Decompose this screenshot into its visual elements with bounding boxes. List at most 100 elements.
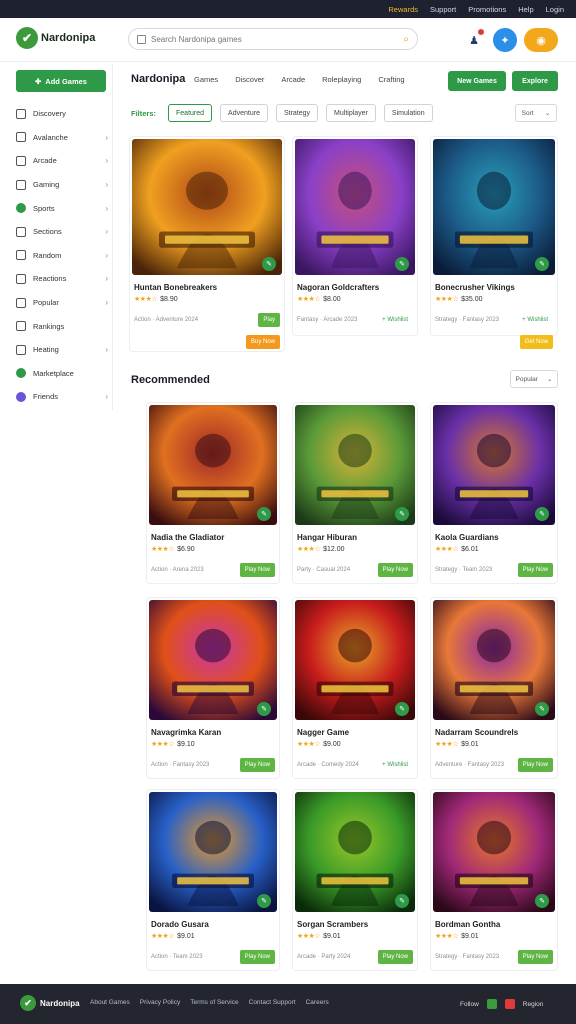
buy-button[interactable]: Buy Now — [245, 335, 280, 349]
game-title[interactable]: Bonecrusher Vikings — [435, 283, 515, 292]
section-sort-dropdown[interactable]: Popular ⌄ — [510, 370, 558, 388]
sidebar-item-5[interactable]: Sections › — [16, 220, 108, 244]
game-title[interactable]: Nagoran Goldcrafters — [297, 283, 379, 292]
sidebar-item-4[interactable]: Sports › — [16, 196, 108, 220]
game-cover[interactable] — [149, 405, 277, 525]
sidebar-item-2[interactable]: Arcade › — [16, 149, 108, 173]
footer-link[interactable]: About Games — [90, 999, 130, 1006]
search-icon[interactable]: ⌕ — [403, 34, 409, 45]
add-games-button[interactable]: ✚ Add Games — [16, 70, 106, 92]
footer-region-label[interactable]: Region — [523, 1001, 544, 1008]
edit-icon[interactable]: ✎ — [395, 257, 409, 271]
play-button[interactable]: Play Now — [517, 758, 553, 772]
tab-games[interactable]: Games — [194, 75, 218, 84]
game-title[interactable]: Nagger Game — [297, 728, 349, 737]
game-cover[interactable] — [295, 405, 415, 525]
game-title[interactable]: Navagrimka Karan — [151, 728, 221, 737]
game-cover[interactable] — [433, 405, 555, 525]
edit-icon[interactable]: ✎ — [535, 257, 549, 271]
game-cover[interactable] — [433, 600, 555, 720]
play-button[interactable]: Play Now — [377, 950, 413, 964]
game-card[interactable]: ✎ Sorgan Scrambers ★★★☆ $9.01 Arcade · Party… — [292, 789, 418, 971]
site-logo[interactable]: ✔ Nardonipa — [16, 27, 95, 49]
game-title[interactable]: Dorado Gusara — [151, 920, 209, 929]
sidebar-item-7[interactable]: Reactions › — [16, 267, 108, 291]
sidebar-item-9[interactable]: Rankings — [16, 314, 108, 338]
game-card[interactable]: ✎ Dorado Gusara ★★★☆ $9.01 Action · Team 202… — [146, 789, 280, 971]
game-title[interactable]: Huntan Bonebreakers — [134, 283, 217, 292]
footer-link[interactable]: Careers — [306, 999, 329, 1006]
play-button[interactable]: + Wishlist — [517, 313, 553, 327]
game-card[interactable]: ✎ Nadarram Scoundrels ★★★☆ $9.01 Adventure ·… — [430, 597, 558, 779]
play-button[interactable]: Play — [258, 313, 280, 327]
edit-icon[interactable]: ✎ — [535, 507, 549, 521]
footer-link[interactable]: Terms of Service — [190, 999, 238, 1006]
edit-icon[interactable]: ✎ — [257, 702, 271, 716]
search-input[interactable] — [151, 34, 404, 44]
game-title[interactable]: Nadia the Gladiator — [151, 533, 224, 542]
edit-icon[interactable]: ✎ — [257, 894, 271, 908]
sidebar-item-3[interactable]: Gaming › — [16, 173, 108, 197]
play-button[interactable]: Play Now — [517, 563, 553, 577]
new-games-button[interactable]: New Games — [448, 71, 506, 91]
game-cover[interactable] — [149, 600, 277, 720]
sort-dropdown[interactable]: Sort ⌄ — [515, 104, 557, 122]
filter-chip-featured[interactable]: Featured — [168, 104, 213, 122]
social-bird-icon[interactable]: ✦ — [493, 28, 517, 52]
featured-game-card[interactable]: ✎ Bonecrusher Vikings ★★★☆ $35.00 Strategy ·… — [430, 136, 558, 349]
sidebar-item-6[interactable]: Random › — [16, 244, 108, 268]
game-cover[interactable] — [149, 792, 277, 912]
footer-link[interactable]: Contact Support — [249, 999, 296, 1006]
footer-logo[interactable]: ✔ Nardonipa — [20, 995, 80, 1011]
edit-icon[interactable]: ✎ — [395, 702, 409, 716]
edit-icon[interactable]: ✎ — [395, 894, 409, 908]
red-social-icon[interactable] — [504, 999, 515, 1009]
game-title[interactable]: Bordman Gontha — [435, 920, 500, 929]
play-button[interactable]: + Wishlist — [377, 313, 413, 327]
topbar-link-support[interactable]: Support — [430, 5, 456, 14]
sidebar-item-10[interactable]: Heating › — [16, 338, 108, 362]
game-card[interactable]: ✎ Hangar Hiburan ★★★☆ $12.00 Party · Casual … — [292, 402, 418, 584]
game-card[interactable]: ✎ Nadia the Gladiator ★★★☆ $6.90 Action · Ar… — [146, 402, 280, 584]
sidebar-item-1[interactable]: Avalanche › — [16, 126, 108, 150]
topbar-link-login[interactable]: Login — [546, 5, 564, 14]
filter-chip-adventure[interactable]: Adventure — [220, 104, 268, 122]
play-button[interactable]: Play Now — [239, 758, 275, 772]
game-title[interactable]: Sorgan Scrambers — [297, 920, 368, 929]
game-cover[interactable] — [132, 139, 282, 275]
play-button[interactable]: Play Now — [377, 563, 413, 577]
tab-roleplaying[interactable]: Roleplaying — [322, 75, 361, 84]
topbar-link-help[interactable]: Help — [518, 5, 533, 14]
coin-wallet-button[interactable]: ◉ — [524, 28, 558, 52]
game-card[interactable]: ✎ Kaola Guardians ★★★☆ $6.01 Strategy · Team… — [430, 402, 558, 584]
play-button[interactable]: Play Now — [517, 950, 553, 964]
play-button[interactable]: Play Now — [239, 563, 275, 577]
game-cover[interactable] — [295, 792, 415, 912]
featured-game-card[interactable]: ✎ Huntan Bonebreakers ★★★☆ $8.90 Action · Ad… — [129, 136, 285, 352]
edit-icon[interactable]: ✎ — [257, 507, 271, 521]
edit-icon[interactable]: ✎ — [395, 507, 409, 521]
game-card[interactable]: ✎ Nagger Game ★★★☆ $9.00 Arcade · Comedy 202… — [292, 597, 418, 779]
play-button[interactable]: Play Now — [239, 950, 275, 964]
edit-icon[interactable]: ✎ — [535, 894, 549, 908]
game-title[interactable]: Nadarram Scoundrels — [435, 728, 518, 737]
game-card[interactable]: ✎ Bordman Gontha ★★★☆ $9.01 Strategy · Fanta… — [430, 789, 558, 971]
account-icon[interactable]: ♟ — [462, 28, 486, 52]
tab-arcade[interactable]: Arcade — [281, 75, 305, 84]
play-button[interactable]: + Wishlist — [377, 758, 413, 772]
footer-link[interactable]: Privacy Policy — [140, 999, 180, 1006]
game-cover[interactable] — [433, 139, 555, 275]
edit-icon[interactable]: ✎ — [535, 702, 549, 716]
game-title[interactable]: Hangar Hiburan — [297, 533, 357, 542]
game-cover[interactable] — [295, 600, 415, 720]
game-card[interactable]: ✎ Navagrimka Karan ★★★☆ $9.10 Action · Fanta… — [146, 597, 280, 779]
explore-button[interactable]: Explore — [512, 71, 558, 91]
filter-chip-multiplayer[interactable]: Multiplayer — [326, 104, 376, 122]
edit-icon[interactable]: ✎ — [262, 257, 276, 271]
game-cover[interactable] — [433, 792, 555, 912]
filter-chip-strategy[interactable]: Strategy — [275, 104, 319, 122]
featured-game-card[interactable]: ✎ Nagoran Goldcrafters ★★★☆ $8.00 Fantasy · … — [292, 136, 418, 336]
tab-crafting[interactable]: Crafting — [378, 75, 404, 84]
filter-chip-simulation[interactable]: Simulation — [383, 104, 433, 122]
sidebar-item-0[interactable]: Discovery — [16, 102, 108, 126]
